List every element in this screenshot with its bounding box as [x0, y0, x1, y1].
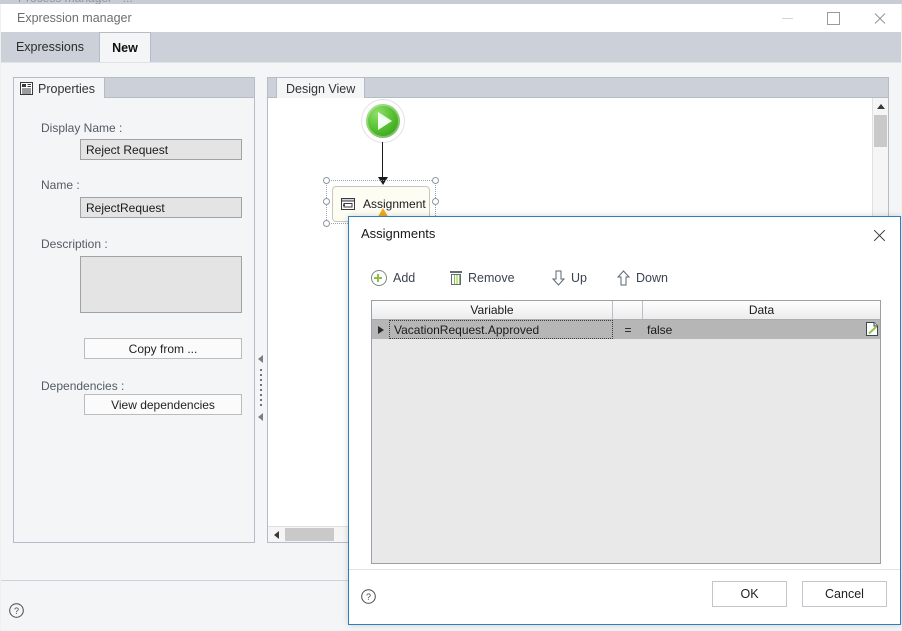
svg-text:?: ? [366, 592, 371, 602]
tab-new[interactable]: New [99, 32, 151, 62]
description-input[interactable] [80, 256, 242, 313]
tab-design-view[interactable]: Design View [276, 78, 366, 99]
move-up-button[interactable]: Up [551, 265, 587, 291]
remove-button-label: Remove [468, 271, 515, 285]
row-selector-icon[interactable] [372, 320, 389, 339]
properties-body: Display Name : Reject Request Name : Rej… [13, 98, 255, 543]
resize-handle-bottom-left[interactable] [323, 220, 330, 227]
chevron-left-icon[interactable] [268, 527, 284, 542]
dialog-footer-separator [349, 569, 900, 570]
minimize-button[interactable] [765, 4, 810, 32]
start-node[interactable] [362, 100, 404, 142]
close-icon [872, 228, 886, 242]
assignment-activity-label: Assignment [363, 197, 426, 211]
trash-icon [450, 271, 462, 285]
properties-icon [20, 82, 33, 95]
dialog-toolbar: Add Remove Up Down [371, 265, 881, 291]
design-tab-row: Design View [267, 77, 889, 99]
resize-handle-top-left[interactable] [323, 177, 330, 184]
copy-from-button[interactable]: Copy from ... [84, 338, 242, 359]
close-window-button[interactable] [857, 4, 902, 32]
tab-new-label: New [112, 40, 138, 55]
collapse-left-icon[interactable] [258, 355, 263, 363]
dialog-title: Assignments [361, 226, 436, 241]
main-tab-strip: Expressions New [1, 32, 901, 62]
assignments-dialog: Assignments Add Remove Up Down Variable … [348, 216, 901, 625]
vertical-scroll-thumb[interactable] [874, 115, 887, 147]
assignments-grid[interactable]: Variable Data VacationRequest.Approved =… [371, 300, 881, 564]
tab-design-view-label: Design View [286, 81, 356, 96]
plus-circle-icon [371, 270, 387, 286]
properties-pane: Properties Display Name : Reject Request… [13, 77, 255, 543]
add-button-label: Add [393, 271, 416, 285]
ok-button[interactable]: OK [712, 581, 787, 607]
connector-line [382, 142, 383, 179]
arrow-down-outline-icon [551, 270, 566, 286]
tab-properties[interactable]: Properties [14, 78, 105, 99]
title-bar: Expression manager [1, 4, 901, 32]
cell-operator: = [624, 322, 632, 337]
cell-data[interactable]: false [643, 320, 869, 339]
dialog-close-button[interactable] [866, 222, 892, 248]
remove-button[interactable]: Remove [450, 265, 515, 291]
cell-variable[interactable]: VacationRequest.Approved [389, 320, 613, 339]
table-row[interactable]: VacationRequest.Approved = false [372, 320, 880, 339]
description-label: Description : [41, 237, 108, 251]
tab-expressions[interactable]: Expressions [1, 32, 99, 62]
expression-manager-window: Process manager - ... Expression manager… [0, 0, 902, 631]
help-circle-icon[interactable]: ? [361, 589, 376, 604]
column-header-variable[interactable]: Variable [372, 301, 613, 319]
horizontal-scroll-thumb[interactable] [285, 528, 334, 541]
minimize-icon [782, 17, 793, 19]
start-play-triangle [378, 112, 392, 130]
properties-tab-row: Properties [13, 77, 255, 99]
name-label: Name : [41, 178, 80, 192]
collapse-left-icon-2[interactable] [258, 413, 263, 421]
resize-handle-middle-right[interactable] [432, 198, 439, 205]
pane-splitter[interactable] [257, 77, 265, 543]
help-circle-icon[interactable]: ? [9, 603, 24, 618]
resize-handle-middle-left[interactable] [323, 198, 330, 205]
dependencies-label: Dependencies : [41, 379, 125, 393]
view-dependencies-button[interactable]: View dependencies [84, 394, 242, 415]
grid-header-row: Variable Data [372, 301, 880, 320]
display-name-label: Display Name : [41, 121, 123, 135]
window-title: Expression manager [17, 11, 132, 25]
display-name-input[interactable]: Reject Request [80, 139, 242, 160]
close-icon [873, 12, 886, 25]
svg-text:?: ? [14, 606, 19, 616]
grip-dots-icon [260, 369, 262, 409]
maximize-button[interactable] [811, 4, 856, 32]
chevron-up-icon[interactable] [873, 98, 888, 114]
tab-properties-label: Properties [38, 81, 95, 96]
move-down-button[interactable]: Down [616, 265, 668, 291]
move-down-button-label: Down [636, 271, 668, 285]
name-input[interactable]: RejectRequest [80, 197, 242, 218]
tab-expressions-label: Expressions [15, 40, 85, 54]
cancel-button[interactable]: Cancel [802, 581, 887, 607]
arrow-up-outline-icon [616, 270, 631, 286]
move-up-button-label: Up [571, 271, 587, 285]
add-button[interactable]: Add [371, 265, 415, 291]
maximize-icon [827, 11, 840, 25]
assignment-icon [341, 198, 355, 210]
resize-handle-top-right[interactable] [432, 177, 439, 184]
column-header-data[interactable]: Data [643, 301, 880, 319]
expression-editor-icon[interactable] [865, 321, 880, 337]
column-header-operator[interactable] [613, 301, 643, 319]
